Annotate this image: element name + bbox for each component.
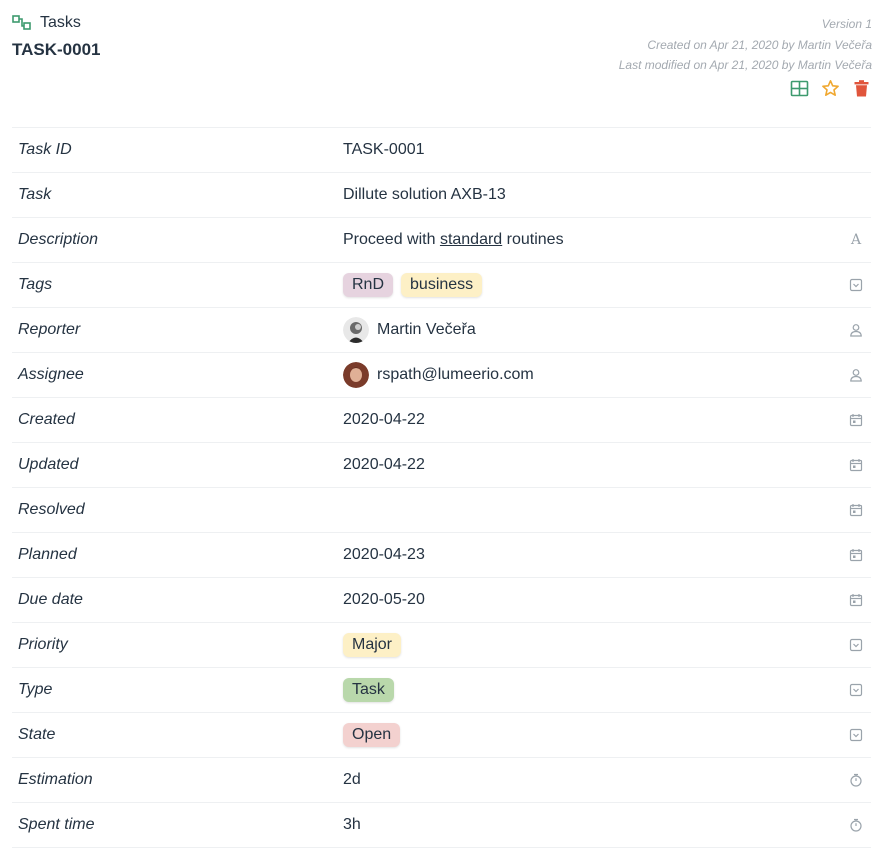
field-value[interactable]: Martin Večeřa bbox=[343, 317, 871, 343]
field-row-description[interactable]: Description Proceed with standard routin… bbox=[12, 217, 871, 262]
field-value[interactable]: 2020-04-23 bbox=[343, 546, 871, 564]
field-row-planned[interactable]: Planned 2020-04-23 bbox=[12, 532, 871, 577]
select-icon bbox=[849, 683, 863, 697]
field-label: Task bbox=[18, 186, 52, 203]
tasks-collection-icon bbox=[12, 15, 31, 30]
field-value[interactable]: TASK-0001 bbox=[343, 141, 871, 159]
select-icon bbox=[849, 638, 863, 652]
field-label: Updated bbox=[18, 456, 79, 473]
field-label: Priority bbox=[18, 636, 68, 653]
created-meta: Created on Apr 21, 2020 by Martin Večeřa bbox=[647, 37, 872, 52]
field-row-spent-time[interactable]: Spent time 3h bbox=[12, 802, 871, 848]
user-icon bbox=[850, 324, 862, 337]
field-value[interactable]: rspath@lumeerio.com bbox=[343, 362, 871, 388]
user-icon bbox=[850, 369, 862, 382]
attribute-list: Task ID TASK-0001 Task Dillute solution … bbox=[12, 127, 871, 848]
select-icon bbox=[849, 728, 863, 742]
field-label: Reporter bbox=[18, 321, 81, 338]
field-value[interactable]: Major bbox=[343, 633, 871, 657]
tag-chip: RnD bbox=[343, 273, 394, 297]
trash-icon[interactable] bbox=[852, 79, 871, 98]
collection-breadcrumb[interactable]: Tasks bbox=[12, 14, 81, 32]
field-row-task-id[interactable]: Task ID TASK-0001 bbox=[12, 127, 871, 172]
field-value[interactable]: 2d bbox=[343, 771, 871, 789]
field-label: Tags bbox=[18, 276, 53, 293]
reporter-name: Martin Večeřa bbox=[377, 321, 476, 338]
field-label: Task ID bbox=[18, 141, 72, 158]
field-label: State bbox=[18, 726, 56, 743]
field-label: Created bbox=[18, 411, 75, 428]
stopwatch-icon bbox=[850, 818, 862, 832]
description-suffix: routines bbox=[502, 231, 564, 248]
field-label: Estimation bbox=[18, 771, 93, 788]
field-value[interactable]: Dillute solution AXB-13 bbox=[343, 186, 871, 204]
calendar-icon bbox=[849, 594, 863, 607]
avatar bbox=[343, 362, 369, 388]
field-row-priority[interactable]: Priority Major bbox=[12, 622, 871, 667]
record-header: Tasks TASK-0001 Version 1 Created on Apr… bbox=[0, 0, 883, 110]
collection-name: Tasks bbox=[40, 14, 81, 31]
text-icon: A bbox=[850, 232, 862, 248]
field-value[interactable]: Task bbox=[343, 678, 871, 702]
field-label: Description bbox=[18, 231, 99, 248]
table-icon[interactable] bbox=[790, 79, 809, 98]
field-row-resolved[interactable]: Resolved bbox=[12, 487, 871, 532]
field-value[interactable]: Proceed with standard routines bbox=[343, 231, 871, 249]
field-row-reporter[interactable]: Reporter Martin Večeřa bbox=[12, 307, 871, 352]
field-label: Spent time bbox=[18, 816, 95, 833]
record-meta: Version 1 Created on Apr 21, 2020 by Mar… bbox=[619, 14, 872, 76]
field-value[interactable]: 2020-04-22 bbox=[343, 411, 871, 429]
modified-meta: Last modified on Apr 21, 2020 by Martin … bbox=[618, 58, 872, 72]
select-icon bbox=[849, 278, 863, 292]
stopwatch-icon bbox=[850, 773, 862, 787]
calendar-icon bbox=[849, 549, 863, 562]
calendar-icon bbox=[849, 459, 863, 472]
assignee-email: rspath@lumeerio.com bbox=[377, 366, 534, 383]
field-row-state[interactable]: State Open bbox=[12, 712, 871, 757]
calendar-icon bbox=[849, 504, 863, 517]
field-label: Resolved bbox=[18, 501, 85, 518]
tag-chip: business bbox=[401, 273, 483, 297]
field-label: Due date bbox=[18, 591, 83, 608]
description-link[interactable]: standard bbox=[440, 231, 502, 249]
description-prefix: Proceed with bbox=[343, 231, 440, 248]
field-row-type[interactable]: Type Task bbox=[12, 667, 871, 712]
field-row-updated[interactable]: Updated 2020-04-22 bbox=[12, 442, 871, 487]
state-chip: Open bbox=[343, 723, 401, 747]
calendar-icon bbox=[849, 414, 863, 427]
field-label: Planned bbox=[18, 546, 77, 563]
field-value[interactable]: 2020-04-22 bbox=[343, 456, 871, 474]
field-value[interactable]: Open bbox=[343, 723, 871, 747]
field-label: Assignee bbox=[18, 366, 84, 383]
field-row-created[interactable]: Created 2020-04-22 bbox=[12, 397, 871, 442]
field-value[interactable]: 3h bbox=[343, 816, 871, 834]
record-actions bbox=[790, 79, 871, 98]
version-label: Version 1 bbox=[821, 17, 872, 31]
field-value[interactable]: RnD business bbox=[343, 273, 871, 297]
star-icon[interactable] bbox=[821, 79, 840, 98]
field-row-estimation[interactable]: Estimation 2d bbox=[12, 757, 871, 802]
field-row-assignee[interactable]: Assignee rspath@lumeerio.com bbox=[12, 352, 871, 397]
type-chip: Task bbox=[343, 678, 394, 702]
priority-chip: Major bbox=[343, 633, 402, 657]
record-title: TASK-0001 bbox=[12, 40, 101, 59]
field-row-tags[interactable]: Tags RnD business bbox=[12, 262, 871, 307]
field-value[interactable]: 2020-05-20 bbox=[343, 591, 871, 609]
field-row-task[interactable]: Task Dillute solution AXB-13 bbox=[12, 172, 871, 217]
avatar bbox=[343, 317, 369, 343]
field-row-due-date[interactable]: Due date 2020-05-20 bbox=[12, 577, 871, 622]
field-label: Type bbox=[18, 681, 53, 698]
